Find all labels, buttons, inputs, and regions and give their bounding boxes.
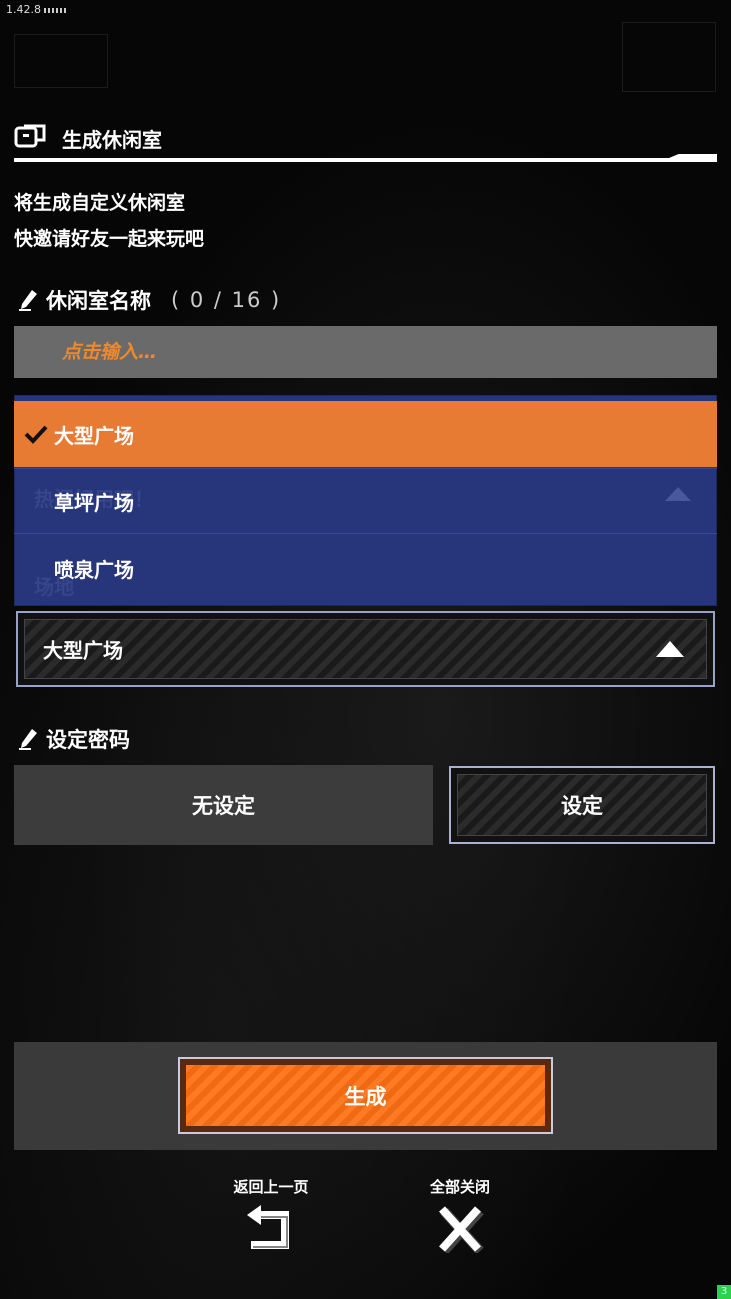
venue-dropdown-list: 热门好用吧！ 场地 大型广场 草坪广场 喷泉广场 (14, 395, 717, 606)
checkmark-icon (24, 425, 48, 444)
section-header: 生成休闲室 (14, 118, 717, 162)
section-divider (14, 158, 717, 162)
venue-select[interactable]: 大型广场 (16, 611, 715, 687)
description-line-1: 将生成自定义休闲室 (14, 192, 186, 214)
close-all-button[interactable]: 全部关闭 (400, 1176, 520, 1257)
room-name-label: 休闲室名称 ( 0 / 16 ) (18, 285, 281, 315)
room-name-input[interactable] (14, 326, 717, 378)
password-set-inner: 设定 (457, 774, 707, 836)
background-decoration (622, 22, 716, 92)
version-label: 1.42.8 (6, 3, 68, 16)
dropdown-option-lawn-plaza[interactable]: 草坪广场 (14, 468, 717, 534)
dropdown-option-large-plaza[interactable]: 大型广场 (14, 401, 717, 467)
venue-select-value: 大型广场 (43, 638, 123, 663)
close-x-icon (439, 1206, 484, 1255)
signal-icon (44, 7, 68, 13)
back-button[interactable]: 返回上一页 (211, 1176, 331, 1257)
dropdown-option-fountain-plaza[interactable]: 喷泉广场 (14, 535, 717, 601)
pencil-icon (19, 290, 37, 311)
close-all-label: 全部关闭 (429, 1178, 490, 1196)
password-label: 设定密码 (18, 724, 130, 754)
generate-button-inner: 生成 (186, 1065, 545, 1126)
background-decoration (14, 34, 108, 88)
section-divider-tab (669, 154, 717, 158)
corner-indicator: 3 (717, 1285, 731, 1299)
password-set-button[interactable]: 设定 (449, 766, 715, 844)
password-none-button[interactable]: 无设定 (14, 765, 433, 845)
chat-room-icon (14, 124, 46, 148)
venue-select-inner: 大型广场 (24, 619, 707, 679)
back-label: 返回上一页 (233, 1178, 309, 1196)
generate-button[interactable]: 生成 (178, 1057, 553, 1134)
return-arrow-icon (247, 1205, 289, 1249)
triangle-up-icon (656, 641, 684, 657)
section-title: 生成休闲室 (62, 128, 162, 152)
pencil-icon (19, 729, 37, 750)
description-line-2: 快邀请好友一起来玩吧 (14, 228, 205, 250)
char-counter: ( 0 / 16 ) (171, 288, 282, 312)
